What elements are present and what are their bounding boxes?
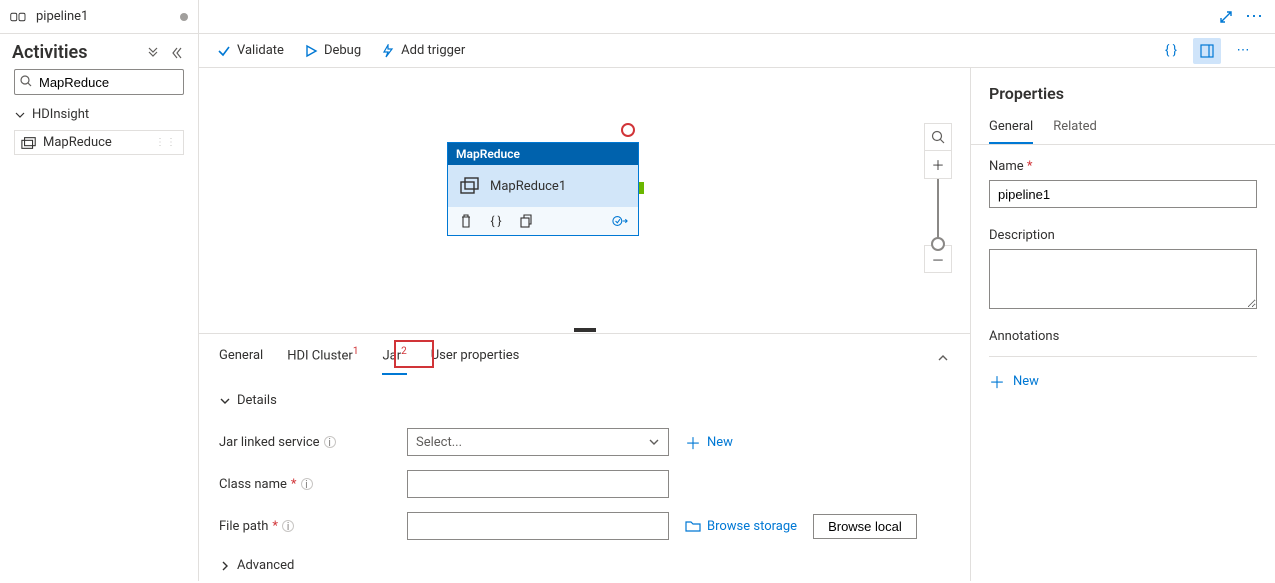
drag-grip-icon: ⋮⋮ bbox=[155, 137, 177, 148]
add-annotation-button[interactable]: ＋New bbox=[989, 363, 1257, 393]
jar-linked-service-label: Jar linked service i bbox=[219, 435, 391, 450]
mapreduce-icon bbox=[460, 177, 480, 195]
node-status-icon bbox=[621, 123, 635, 137]
file-path-input[interactable] bbox=[407, 512, 669, 540]
search-icon bbox=[20, 75, 32, 87]
browse-storage-button[interactable]: Browse storage bbox=[685, 519, 797, 534]
tab-hdi-cluster[interactable]: HDI Cluster1 bbox=[287, 344, 358, 365]
activities-search-input[interactable] bbox=[14, 69, 184, 95]
activity-group-label: HDInsight bbox=[32, 107, 89, 122]
info-icon[interactable]: i bbox=[282, 520, 294, 532]
browse-local-button[interactable]: Browse local bbox=[813, 514, 917, 539]
add-trigger-button[interactable]: Add trigger bbox=[381, 43, 465, 58]
node-header: MapReduce bbox=[448, 143, 638, 165]
main-area: ⋯ Validate Debug Add trigger { } bbox=[199, 0, 1275, 581]
properties-toggle-icon[interactable] bbox=[1193, 38, 1221, 64]
activity-node-mapreduce[interactable]: MapReduce MapReduce1 { } bbox=[447, 142, 639, 236]
collapse-all-icon[interactable] bbox=[144, 44, 162, 62]
validate-button[interactable]: Validate bbox=[217, 43, 284, 58]
tab-jar[interactable]: Jar2 bbox=[382, 344, 406, 365]
advanced-section-toggle[interactable]: Advanced bbox=[219, 558, 950, 573]
divider bbox=[989, 356, 1257, 357]
json-view-icon[interactable]: { } bbox=[1157, 38, 1185, 64]
debug-button[interactable]: Debug bbox=[304, 43, 361, 58]
properties-tab-general[interactable]: General bbox=[989, 113, 1033, 144]
pipeline-name-input[interactable] bbox=[989, 180, 1257, 208]
expand-icon[interactable] bbox=[1217, 8, 1235, 26]
delete-icon[interactable] bbox=[458, 213, 474, 229]
node-name: MapReduce1 bbox=[490, 179, 566, 194]
canvas[interactable]: MapReduce MapReduce1 { } bbox=[199, 68, 970, 333]
activity-item-mapreduce[interactable]: MapReduce ⋮⋮ bbox=[14, 130, 184, 155]
properties-panel: Properties General Related Name * Descri… bbox=[970, 68, 1275, 581]
dirty-indicator-icon bbox=[180, 13, 188, 21]
tab-general[interactable]: General bbox=[219, 346, 263, 365]
class-name-label: Class name * i bbox=[219, 477, 391, 492]
copy-icon[interactable] bbox=[518, 213, 534, 229]
canvas-workspace: MapReduce MapReduce1 { } bbox=[199, 68, 970, 333]
info-icon[interactable]: i bbox=[301, 478, 313, 490]
collapse-sidebar-icon[interactable] bbox=[168, 44, 186, 62]
node-footer: { } bbox=[448, 207, 638, 235]
details-section-toggle[interactable]: Details bbox=[219, 387, 950, 414]
activities-heading: Activities bbox=[12, 42, 138, 63]
name-label: Name * bbox=[989, 159, 1257, 174]
chevron-down-icon bbox=[219, 395, 231, 407]
splitter-handle[interactable] bbox=[574, 328, 596, 332]
collapse-panel-icon[interactable] bbox=[936, 351, 950, 365]
pipeline-tab-title: pipeline1 bbox=[36, 9, 88, 24]
mapreduce-icon bbox=[21, 136, 37, 150]
file-path-label: File path * i bbox=[219, 519, 391, 534]
zoom-handle[interactable] bbox=[931, 237, 945, 251]
class-name-input[interactable] bbox=[407, 470, 669, 498]
title-bar: ⋯ bbox=[199, 0, 1275, 34]
activity-group-hdinsight[interactable]: HDInsight bbox=[0, 101, 198, 128]
toolbar-more-icon[interactable]: ⋯ bbox=[1229, 38, 1257, 64]
tab-user-properties[interactable]: User properties bbox=[431, 346, 520, 365]
pipeline-toolbar: Validate Debug Add trigger { } ⋯ bbox=[199, 34, 1275, 68]
execute-icon[interactable] bbox=[612, 213, 628, 229]
new-linked-service-button[interactable]: ＋New bbox=[685, 430, 733, 454]
chevron-right-icon bbox=[219, 560, 231, 572]
pipeline-tab[interactable]: pipeline1 bbox=[0, 0, 198, 34]
activities-sidebar: pipeline1 Activities HDInsight MapReduce… bbox=[0, 0, 199, 581]
folder-icon bbox=[685, 519, 701, 533]
activity-settings-panel: General HDI Cluster1 Jar2 User propertie… bbox=[199, 333, 970, 583]
jar-linked-service-select[interactable]: Select... bbox=[407, 428, 669, 456]
node-body: MapReduce1 bbox=[448, 165, 638, 207]
properties-heading: Properties bbox=[971, 68, 1275, 113]
zoom-search-icon[interactable] bbox=[924, 123, 952, 151]
pipeline-description-input[interactable] bbox=[989, 249, 1257, 309]
chevron-down-icon bbox=[14, 109, 26, 121]
annotations-label: Annotations bbox=[989, 329, 1257, 344]
more-icon[interactable]: ⋯ bbox=[1245, 8, 1263, 26]
code-icon[interactable]: { } bbox=[488, 213, 504, 229]
properties-tab-related[interactable]: Related bbox=[1053, 113, 1097, 144]
activity-item-label: MapReduce bbox=[43, 135, 112, 150]
zoom-rail: ＋ － bbox=[924, 123, 952, 273]
zoom-in-icon[interactable]: ＋ bbox=[924, 151, 952, 179]
info-icon[interactable]: i bbox=[324, 436, 336, 448]
description-label: Description bbox=[989, 228, 1257, 243]
zoom-slider[interactable] bbox=[937, 179, 939, 245]
chevron-down-icon bbox=[648, 436, 660, 448]
pipeline-icon bbox=[10, 10, 28, 24]
